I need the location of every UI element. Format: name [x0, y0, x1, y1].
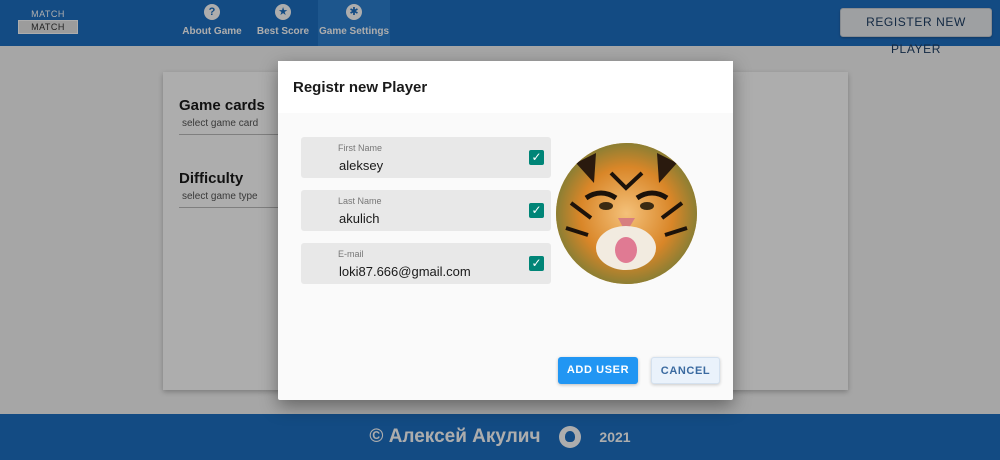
email-field[interactable]: E-mail ✓: [301, 243, 551, 284]
last-name-field[interactable]: Last Name ✓: [301, 190, 551, 231]
email-label: E-mail: [338, 249, 364, 259]
register-player-dialog: Registr new Player First Name ✓ Last Nam…: [278, 61, 733, 400]
last-name-label: Last Name: [338, 196, 382, 206]
avatar-image[interactable]: [556, 143, 697, 284]
dialog-title: Registr new Player: [293, 79, 428, 96]
email-valid-checkbox: ✓: [529, 256, 544, 271]
cancel-button[interactable]: CANCEL: [651, 357, 720, 384]
add-user-button[interactable]: ADD USER: [558, 357, 638, 384]
email-input[interactable]: [339, 264, 519, 279]
first-name-input[interactable]: [339, 158, 519, 173]
last-name-valid-checkbox: ✓: [529, 203, 544, 218]
first-name-field[interactable]: First Name ✓: [301, 137, 551, 178]
first-name-label: First Name: [338, 143, 383, 153]
last-name-input[interactable]: [339, 211, 519, 226]
first-name-valid-checkbox: ✓: [529, 150, 544, 165]
dialog-header: Registr new Player: [278, 61, 733, 113]
